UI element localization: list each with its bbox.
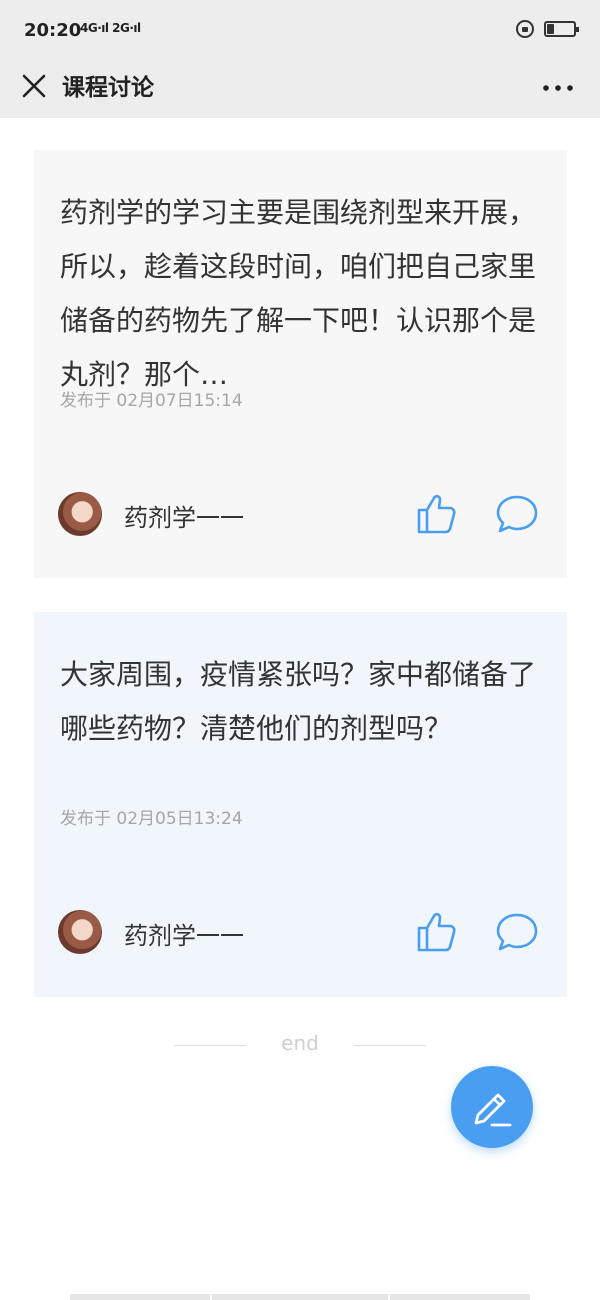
post-time: 发布于 02月05日13:24	[60, 809, 243, 829]
end-marker: end	[0, 1030, 600, 1060]
nav-indicator	[390, 1294, 530, 1300]
status-bar: 20:20 4G·ıl 2G·ıl	[0, 0, 600, 62]
status-right	[516, 20, 579, 38]
nav-indicator	[212, 1294, 388, 1300]
avatar[interactable]	[58, 492, 102, 536]
post-card[interactable]: 药剂学的学习主要是围绕剂型来开展，所以，趁着这段时间，咱们把自己家里储备的药物先…	[34, 150, 567, 578]
page-title: 课程讨论	[62, 75, 154, 101]
post-card[interactable]: 大家周围，疫情紧张吗？家中都储备了哪些药物？清楚他们的剂型吗？ 发布于 02月0…	[34, 612, 567, 997]
compose-button[interactable]	[451, 1066, 533, 1148]
thumbs-up-icon[interactable]	[415, 492, 459, 536]
comment-icon[interactable]	[495, 912, 539, 952]
post-author[interactable]: 药剂学一一	[124, 916, 244, 951]
thumbs-up-icon[interactable]	[415, 910, 459, 954]
post-text: 药剂学的学习主要是围绕剂型来开展，所以，趁着这段时间，咱们把自己家里储备的药物先…	[60, 196, 537, 391]
post-author[interactable]: 药剂学一一	[124, 498, 244, 533]
lock-icon	[516, 20, 534, 38]
post-footer: 药剂学一一	[58, 492, 543, 540]
post-footer: 药剂学一一	[58, 910, 543, 958]
post-time: 发布于 02月07日15:14	[60, 391, 243, 411]
close-icon[interactable]	[18, 70, 50, 102]
end-label: end	[281, 1031, 319, 1055]
battery-fill	[547, 24, 554, 34]
post-text: 大家周围，疫情紧张吗？家中都储备了哪些药物？清楚他们的剂型吗？	[60, 658, 537, 745]
pencil-icon	[474, 1093, 512, 1127]
battery-icon	[544, 21, 579, 37]
divider	[354, 1045, 426, 1046]
nav-bar: 课程讨论	[0, 62, 600, 118]
nav-indicator	[70, 1294, 210, 1300]
more-icon[interactable]	[540, 70, 576, 102]
signal-indicator: 4G·ıl 2G·ıl	[80, 21, 141, 35]
status-time: 20:20	[24, 20, 82, 41]
avatar[interactable]	[58, 910, 102, 954]
comment-icon[interactable]	[495, 494, 539, 534]
